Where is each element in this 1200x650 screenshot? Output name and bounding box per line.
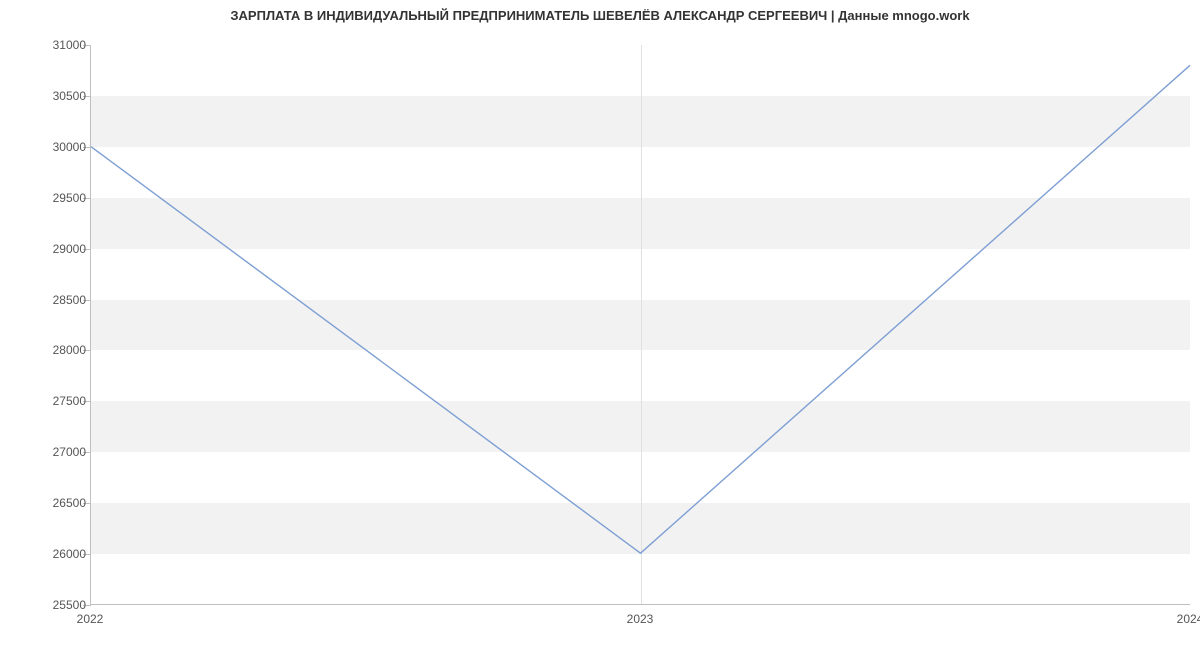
y-axis-label: 27000	[6, 445, 86, 459]
y-axis-label: 26000	[6, 547, 86, 561]
chart-title: ЗАРПЛАТА В ИНДИВИДУАЛЬНЫЙ ПРЕДПРИНИМАТЕЛ…	[0, 8, 1200, 23]
x-axis-label: 2024	[1177, 612, 1200, 626]
y-axis-label: 30500	[6, 89, 86, 103]
y-axis-label: 29000	[6, 242, 86, 256]
line-chart: ЗАРПЛАТА В ИНДИВИДУАЛЬНЫЙ ПРЕДПРИНИМАТЕЛ…	[0, 0, 1200, 650]
y-axis-label: 30000	[6, 140, 86, 154]
y-axis-label: 28500	[6, 293, 86, 307]
line-layer	[91, 45, 1190, 604]
y-axis-label: 26500	[6, 496, 86, 510]
y-axis-label: 31000	[6, 38, 86, 52]
y-axis-label: 29500	[6, 191, 86, 205]
y-axis-label: 28000	[6, 343, 86, 357]
plot-area	[90, 45, 1190, 605]
y-axis-label: 25500	[6, 598, 86, 612]
x-axis-label: 2023	[627, 612, 654, 626]
y-axis-label: 27500	[6, 394, 86, 408]
x-axis-label: 2022	[77, 612, 104, 626]
series-line	[91, 65, 1190, 553]
